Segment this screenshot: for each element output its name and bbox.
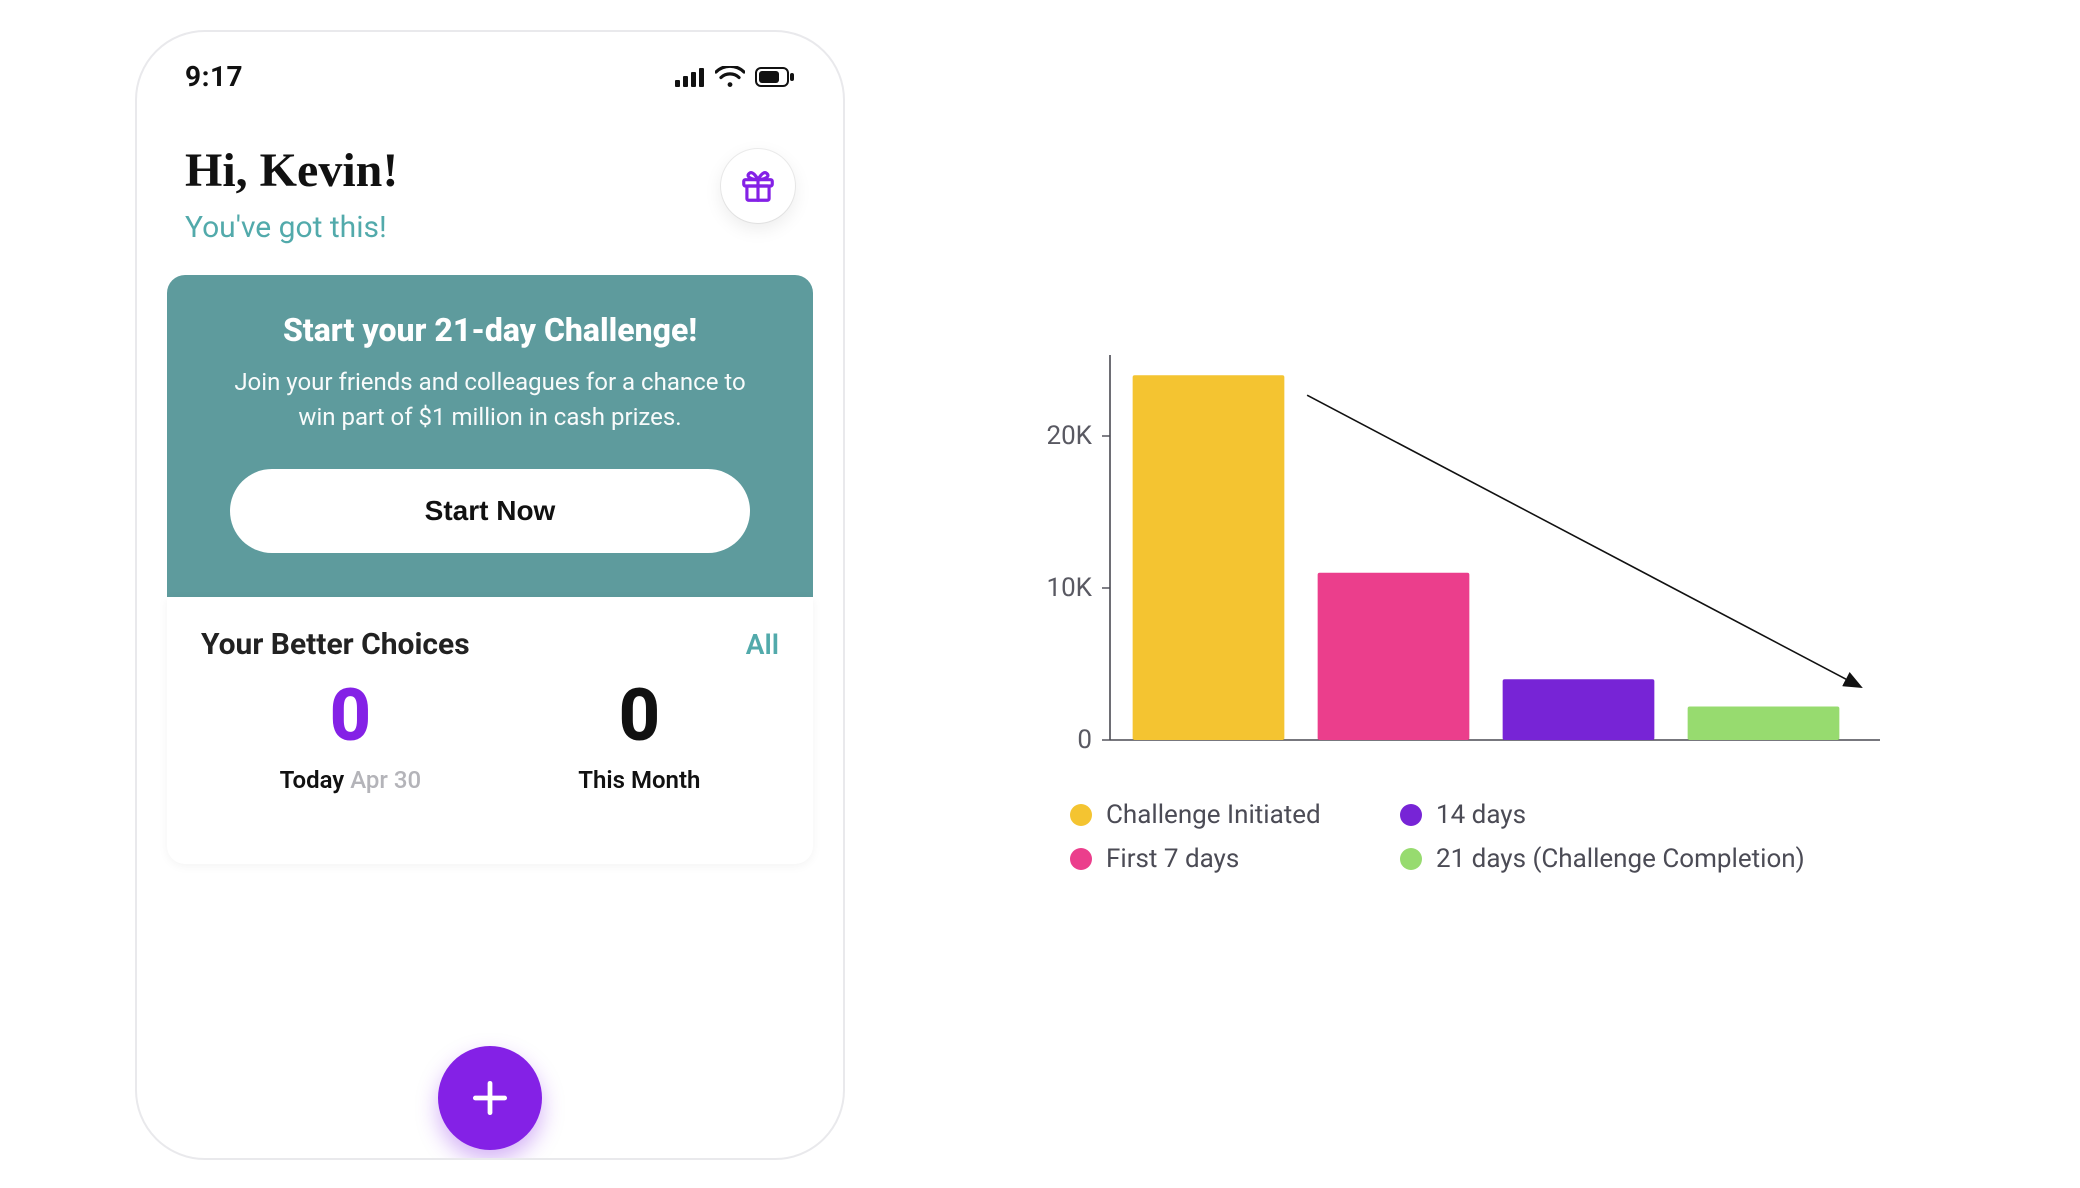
greeting-subtitle: You've got this! xyxy=(185,210,398,245)
greeting-title: Hi, Kevin! xyxy=(185,143,398,198)
legend-swatch xyxy=(1070,804,1092,826)
chart-legend: Challenge Initiated 14 days First 7 days 21… xyxy=(1070,800,1920,874)
stat-today-value: 0 xyxy=(280,680,422,752)
stat-month-label: This Month xyxy=(578,766,700,794)
challenge-title: Start your 21-day Challenge! xyxy=(217,311,763,349)
stat-today-date: Apr 30 xyxy=(350,766,421,794)
choices-card: Your Better Choices All 0 Today Apr 30 0… xyxy=(167,597,813,864)
svg-text:10K: 10K xyxy=(1046,573,1092,603)
battery-icon xyxy=(755,67,795,87)
stat-month-value: 0 xyxy=(578,680,700,752)
legend-label: First 7 days xyxy=(1106,844,1239,874)
legend-label: Challenge Initiated xyxy=(1106,800,1321,830)
legend-label: 14 days xyxy=(1436,800,1526,830)
svg-text:0: 0 xyxy=(1077,725,1092,755)
challenge-card: Start your 21-day Challenge! Join your f… xyxy=(167,275,813,597)
challenge-body: Join your friends and colleagues for a c… xyxy=(220,365,760,435)
legend-item: First 7 days xyxy=(1070,844,1370,874)
signal-icon xyxy=(675,67,705,87)
stat-today-label: Today xyxy=(280,766,345,794)
legend-swatch xyxy=(1400,804,1422,826)
start-now-button[interactable]: Start Now xyxy=(230,469,750,553)
legend-swatch xyxy=(1070,848,1092,870)
legend-label: 21 days (Challenge Completion) xyxy=(1436,844,1805,874)
status-bar: 9:17 xyxy=(137,32,843,103)
funnel-chart: 0 10K 20K xyxy=(980,350,1940,784)
legend-item: 21 days (Challenge Completion) xyxy=(1400,844,1920,874)
stat-today: 0 Today Apr 30 xyxy=(280,680,422,794)
choices-all-link[interactable]: All xyxy=(746,628,779,661)
status-icons xyxy=(675,66,795,88)
wifi-icon xyxy=(715,66,745,88)
status-time: 9:17 xyxy=(185,60,243,93)
legend-item: Challenge Initiated xyxy=(1070,800,1370,830)
gift-icon xyxy=(739,167,777,205)
legend-swatch xyxy=(1400,848,1422,870)
svg-text:20K: 20K xyxy=(1046,421,1092,451)
stat-month: 0 This Month xyxy=(578,680,700,794)
legend-item: 14 days xyxy=(1400,800,1920,830)
gift-button[interactable] xyxy=(721,149,795,223)
choices-header: Your Better Choices xyxy=(201,627,470,662)
phone-mockup: 9:17 xyxy=(135,30,845,1160)
plus-icon xyxy=(468,1076,512,1120)
add-button[interactable] xyxy=(438,1046,542,1150)
